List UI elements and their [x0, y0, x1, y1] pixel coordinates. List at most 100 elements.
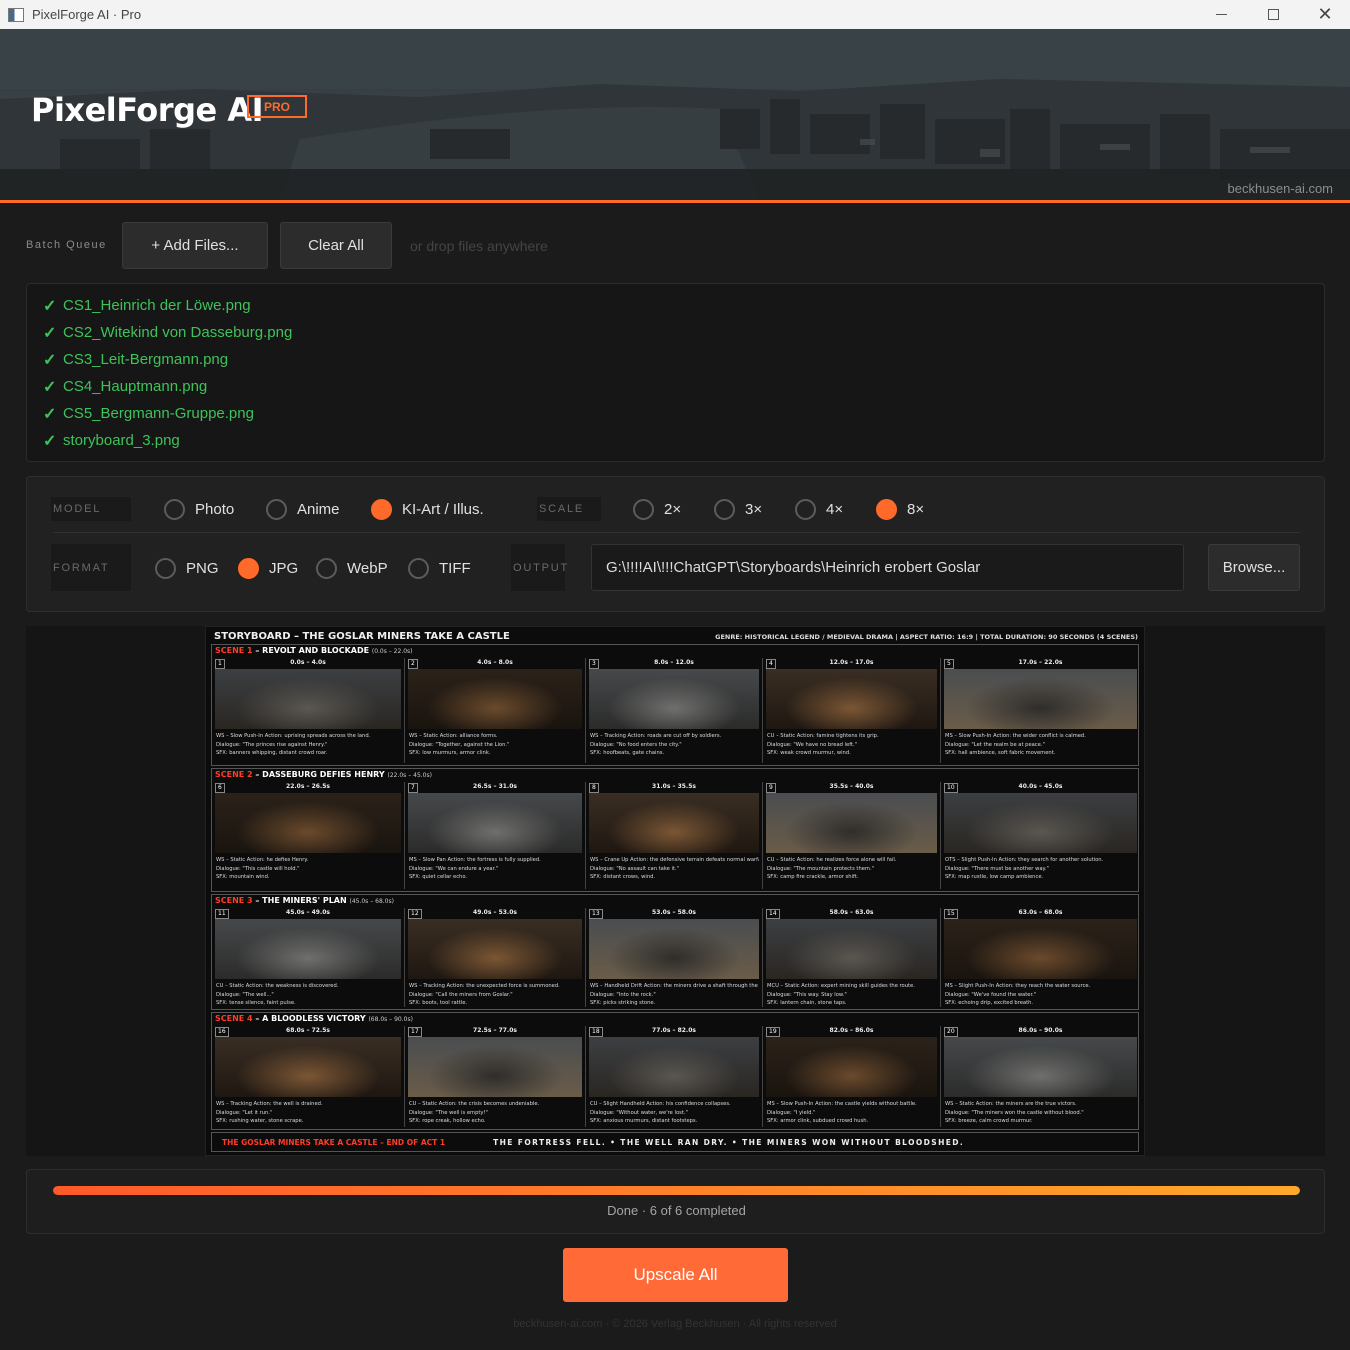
shot-sfx: SFX: armor clink, subdued crowd hush.: [767, 1118, 869, 1124]
scene-heading: SCENE 3 – THE MINERS' PLAN (45.0s – 68.0…: [215, 896, 394, 905]
shot-sfx: SFX: rope creak, hollow echo.: [409, 1118, 486, 1124]
output-path-field[interactable]: G:\!!!!AI\!!!ChatGPT\Storyboards\Heinric…: [591, 544, 1184, 591]
shot-sfx: SFX: picks striking stone.: [590, 1000, 656, 1006]
shot-caption: CU – Static Action: the weakness is disc…: [216, 982, 401, 1008]
radio-icon: [633, 498, 654, 520]
shot-caption: CU – Slight Handheld Action: his confide…: [590, 1100, 759, 1126]
header-accent-line: [0, 200, 1350, 203]
file-list-item[interactable]: ✓ CS2_Witekind von Dasseburg.png: [27, 319, 1324, 346]
shot-sfx: SFX: hall ambience, soft fabric movement…: [945, 750, 1056, 756]
radio-label: Photo: [195, 500, 235, 518]
clear-all-button[interactable]: Clear All: [280, 222, 392, 269]
shot-caption: MS – Slow Push-In Action: the wider conf…: [945, 732, 1137, 758]
shot-dialogue: Dialogue: "The miners won the castle wit…: [945, 1109, 1084, 1116]
radio-label: WebP: [347, 559, 388, 577]
radio-icon: [714, 498, 735, 520]
file-list-item[interactable]: ✓ CS4_Hauptmann.png: [27, 373, 1324, 400]
shot-image: [766, 793, 937, 853]
storyboard-shot: 12 49.0s – 53.0s WS – Tracking Action: the…: [405, 908, 586, 1007]
storyboard-scene: SCENE 1 – REVOLT AND BLOCKADE (0.0s – 22…: [211, 644, 1139, 766]
format-option-png[interactable]: PNG: [155, 556, 219, 580]
format-option-webp[interactable]: WebP: [316, 556, 388, 580]
radio-label: TIFF: [439, 559, 471, 577]
shot-image: [215, 919, 401, 979]
shot-time: 53.0s – 58.0s: [652, 909, 696, 916]
radio-label: JPG: [269, 559, 299, 577]
close-button[interactable]: ✕: [1299, 0, 1350, 29]
file-queue-list[interactable]: ✓ CS1_Heinrich der Löwe.png ✓ CS2_Witekind…: [26, 283, 1325, 462]
shot-caption: CU – Static Action: famine tightens its …: [767, 732, 937, 758]
storyboard-shot: 8 31.0s – 35.5s WS – Crane Up Action: the …: [586, 782, 763, 889]
checkmark-icon: ✓: [43, 351, 57, 369]
format-option-jpg[interactable]: JPG: [238, 556, 298, 580]
shot-sfx: SFX: map rustle, low camp ambience.: [945, 874, 1044, 880]
shot-sfx: SFX: breeze, calm crowd murmur.: [945, 1118, 1033, 1124]
shot-action: WS – Static Action: alliance forms.: [409, 733, 498, 739]
shot-dialogue: Dialogue: "We have no bread left.": [767, 741, 857, 748]
shot-dialogue: Dialogue: "No food enters the city.": [590, 741, 682, 748]
footer-text: beckhusen-ai.com · © 2026 Verlag Beckhus…: [513, 1318, 837, 1330]
storyboard-meta: GENRE: HISTORICAL LEGEND / MEDIEVAL DRAM…: [715, 633, 1138, 641]
storyboard-footer-title: THE GOSLAR MINERS TAKE A CASTLE – END OF…: [222, 1137, 446, 1147]
radio-icon: [164, 498, 185, 520]
shot-action: WS – Tracking Action: roads are cut off …: [590, 733, 722, 739]
scale-option-2x[interactable]: 2×: [633, 497, 681, 521]
scene-heading: SCENE 2 – DASSEBURG DEFIES HENRY (22.0s …: [215, 770, 432, 779]
drop-files-hint: or drop files anywhere: [410, 238, 548, 254]
shot-dialogue: Dialogue: "Without water, we're lost.": [590, 1109, 688, 1116]
maximize-button[interactable]: [1247, 0, 1299, 29]
format-option-tiff[interactable]: TIFF: [408, 556, 471, 580]
shot-sfx: SFX: boots, tool rattle.: [409, 1000, 468, 1006]
minimize-button[interactable]: [1195, 0, 1247, 29]
app-brand-title: PixelForge AI: [31, 91, 263, 129]
storyboard-shot: 6 22.0s – 26.5s WS – Static Action: he def…: [212, 782, 405, 889]
format-label: FORMAT: [51, 544, 131, 591]
shot-action: WS – Static Action: he defies Henry.: [216, 857, 309, 863]
shot-time: 49.0s – 53.0s: [473, 909, 517, 916]
shot-sfx: SFX: quiet cellar echo.: [409, 874, 468, 880]
scene-title: – A BLOODLESS VICTORY: [252, 1014, 366, 1023]
radio-label: PNG: [186, 559, 219, 577]
model-option-ki-art[interactable]: KI-Art / Illus.: [371, 497, 484, 521]
storyboard-shot: 3 8.0s – 12.0s WS – Tracking Action: roads…: [586, 658, 763, 763]
shot-time: 72.5s – 77.0s: [473, 1027, 517, 1034]
progress-status: Done · 6 of 6 completed: [607, 1203, 746, 1218]
storyboard-shot: 1 0.0s – 4.0s WS – Slow Push-In Action: up…: [212, 658, 405, 763]
shot-sfx: SFX: distant crows, wind.: [590, 874, 656, 880]
model-label: MODEL: [51, 497, 131, 521]
add-files-button[interactable]: + Add Files...: [122, 222, 268, 269]
radio-label: 8×: [907, 500, 925, 518]
batch-queue-label: Batch Queue: [26, 239, 107, 251]
checkmark-icon: ✓: [43, 405, 57, 423]
settings-divider: [53, 532, 1300, 533]
shot-caption: WS – Handheld Drift Action: the miners d…: [590, 982, 759, 1008]
shot-time: 12.0s – 17.0s: [829, 659, 874, 666]
scale-option-3x[interactable]: 3×: [714, 497, 762, 521]
model-option-photo[interactable]: Photo: [164, 497, 234, 521]
storyboard-shot: 11 45.0s – 49.0s CU – Static Action: the w…: [212, 908, 405, 1007]
shot-sfx: SFX: low murmurs, armor clink.: [409, 750, 491, 756]
shot-image: [408, 793, 582, 853]
header-site-link[interactable]: beckhusen-ai.com: [1228, 181, 1334, 196]
upscale-all-button[interactable]: Upscale All: [563, 1248, 788, 1302]
shot-image: [215, 1037, 401, 1097]
shot-action: OTS – Slight Push-In Action: they search…: [945, 857, 1104, 863]
radio-icon: [408, 557, 429, 579]
model-option-anime[interactable]: Anime: [266, 497, 340, 521]
file-name: CS3_Leit-Bergmann.png: [63, 351, 229, 368]
shot-image: [766, 669, 937, 729]
shot-dialogue: Dialogue: "There must be another way.": [945, 865, 1049, 872]
file-list-item[interactable]: ✓ CS5_Bergmann-Gruppe.png: [27, 400, 1324, 427]
storyboard-scene: SCENE 4 – A BLOODLESS VICTORY (68.0s – 9…: [211, 1012, 1139, 1130]
progress-fill: [53, 1186, 1300, 1195]
file-list-item[interactable]: ✓ storyboard_3.png: [27, 427, 1324, 454]
scale-option-8x[interactable]: 8×: [876, 497, 924, 521]
storyboard-shot: 18 77.0s – 82.0s CU – Slight Handheld Acti…: [586, 1026, 763, 1127]
browse-button[interactable]: Browse...: [1208, 544, 1300, 591]
file-list-item[interactable]: ✓ CS3_Leit-Bergmann.png: [27, 346, 1324, 373]
storyboard-shot: 9 35.5s – 40.0s CU – Static Action: he rea…: [763, 782, 941, 889]
file-list-item[interactable]: ✓ CS1_Heinrich der Löwe.png: [27, 292, 1324, 319]
scale-option-4x[interactable]: 4×: [795, 497, 843, 521]
image-preview-area: STORYBOARD – THE GOSLAR MINERS TAKE A CA…: [26, 626, 1325, 1156]
window-title: PixelForge AI · Pro: [32, 7, 142, 22]
